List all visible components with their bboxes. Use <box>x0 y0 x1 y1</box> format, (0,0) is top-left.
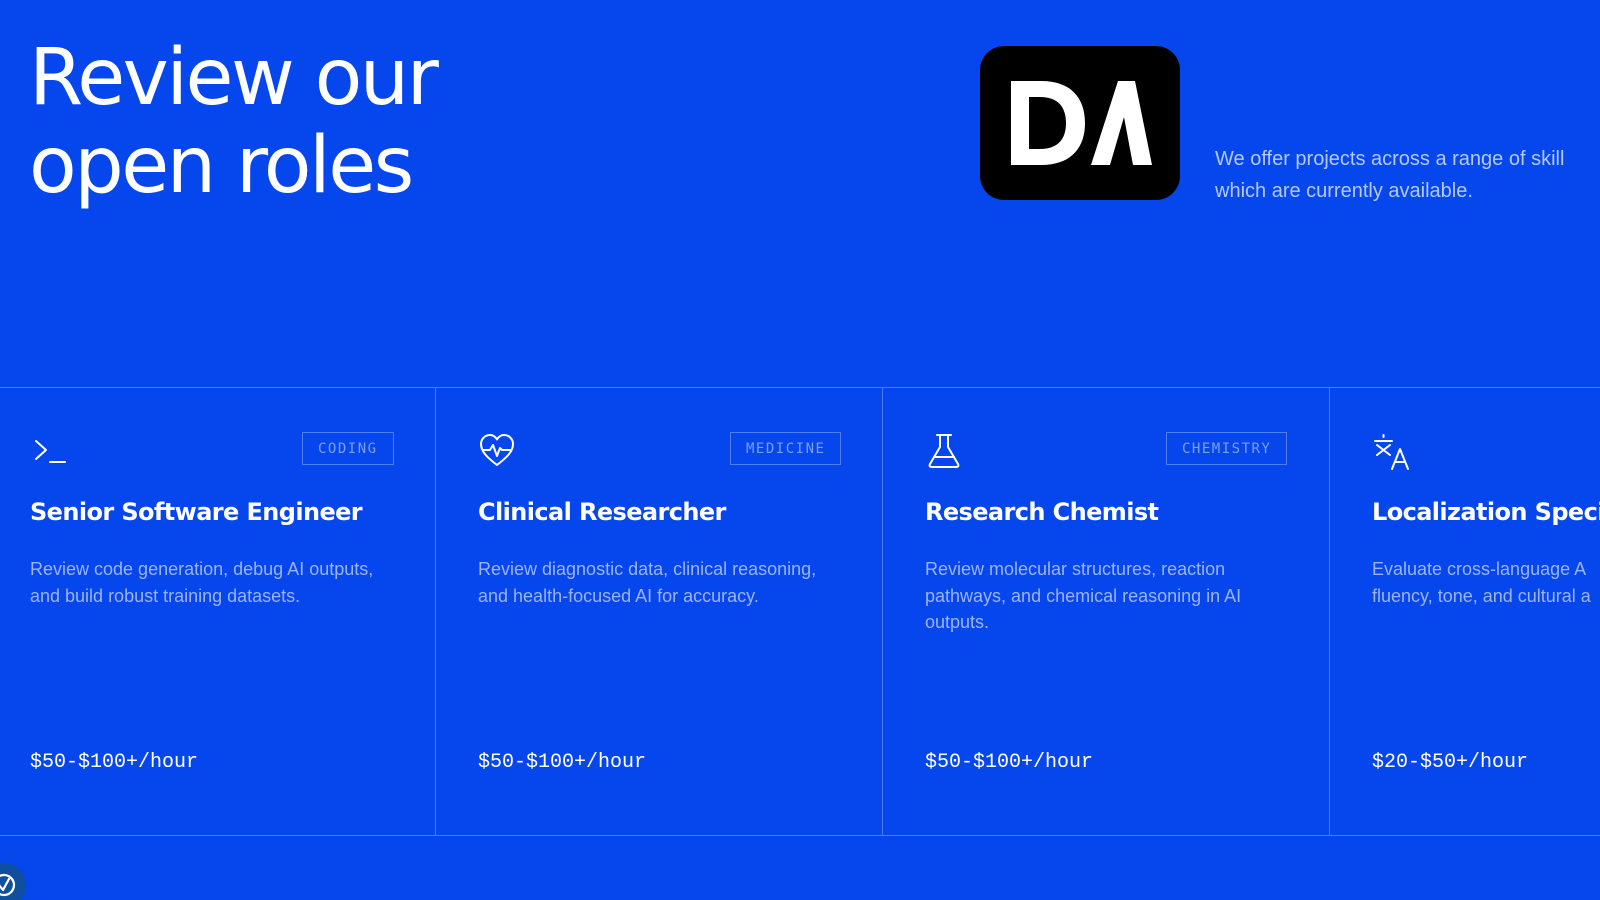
logo-mark <box>1011 81 1152 165</box>
role-tag-chemistry: CHEMISTRY <box>1166 432 1288 465</box>
role-rate: $50-$100+/hour <box>30 751 199 774</box>
role-description-line-2: fluency, tone, and cultural a <box>1372 585 1591 606</box>
role-title: Research Chemist <box>925 498 1159 526</box>
role-description: Review diagnostic data, clinical reasoni… <box>478 559 817 606</box>
role-card-clinical-researcher[interactable]: MEDICINE Clinical Researcher Review diag… <box>435 388 882 835</box>
role-rate: $50-$100+/hour <box>925 751 1094 774</box>
role-card-localization-specialist[interactable]: Localization Specia Evaluate cross-langu… <box>1329 388 1600 835</box>
role-title: Localization Specia <box>1372 498 1600 526</box>
role-title: Senior Software Engineer <box>30 498 363 526</box>
role-description: Review code generation, debug AI outputs… <box>30 559 374 606</box>
logo <box>980 46 1180 200</box>
role-description: Evaluate cross-language A fluency, tone,… <box>1372 556 1591 609</box>
roles-list: CODING Senior Software Engineer Review c… <box>0 387 1600 836</box>
role-rate: $20-$50+/hour <box>1372 751 1529 774</box>
terminal-icon <box>30 432 68 470</box>
verified-badge-icon[interactable] <box>0 863 26 900</box>
heart-pulse-icon <box>478 432 516 470</box>
role-tag-coding: CODING <box>302 432 394 465</box>
role-description: Review molecular structures, reaction pa… <box>925 559 1242 632</box>
page-title-line-2: open roles <box>29 121 414 211</box>
role-card-research-chemist[interactable]: CHEMISTRY Research Chemist Review molecu… <box>882 388 1329 835</box>
flask-icon <box>925 432 963 470</box>
intro-line-2: which are currently available. <box>1215 180 1473 202</box>
role-title: Clinical Researcher <box>478 498 726 526</box>
page-title-line-1: Review our <box>29 33 439 123</box>
role-card-senior-software-engineer[interactable]: CODING Senior Software Engineer Review c… <box>0 388 435 835</box>
page: Review our open roles We offer projects … <box>0 0 1600 900</box>
role-description-line-1: Evaluate cross-language A <box>1372 559 1587 579</box>
role-tag-medicine: MEDICINE <box>730 432 842 465</box>
role-rate: $50-$100+/hour <box>478 751 647 774</box>
translate-icon <box>1372 432 1410 470</box>
intro-text: We offer projects across a range of skil… <box>1215 143 1600 207</box>
intro-line-1: We offer projects across a range of skil… <box>1215 148 1565 170</box>
page-title: Review our open roles <box>29 33 439 211</box>
